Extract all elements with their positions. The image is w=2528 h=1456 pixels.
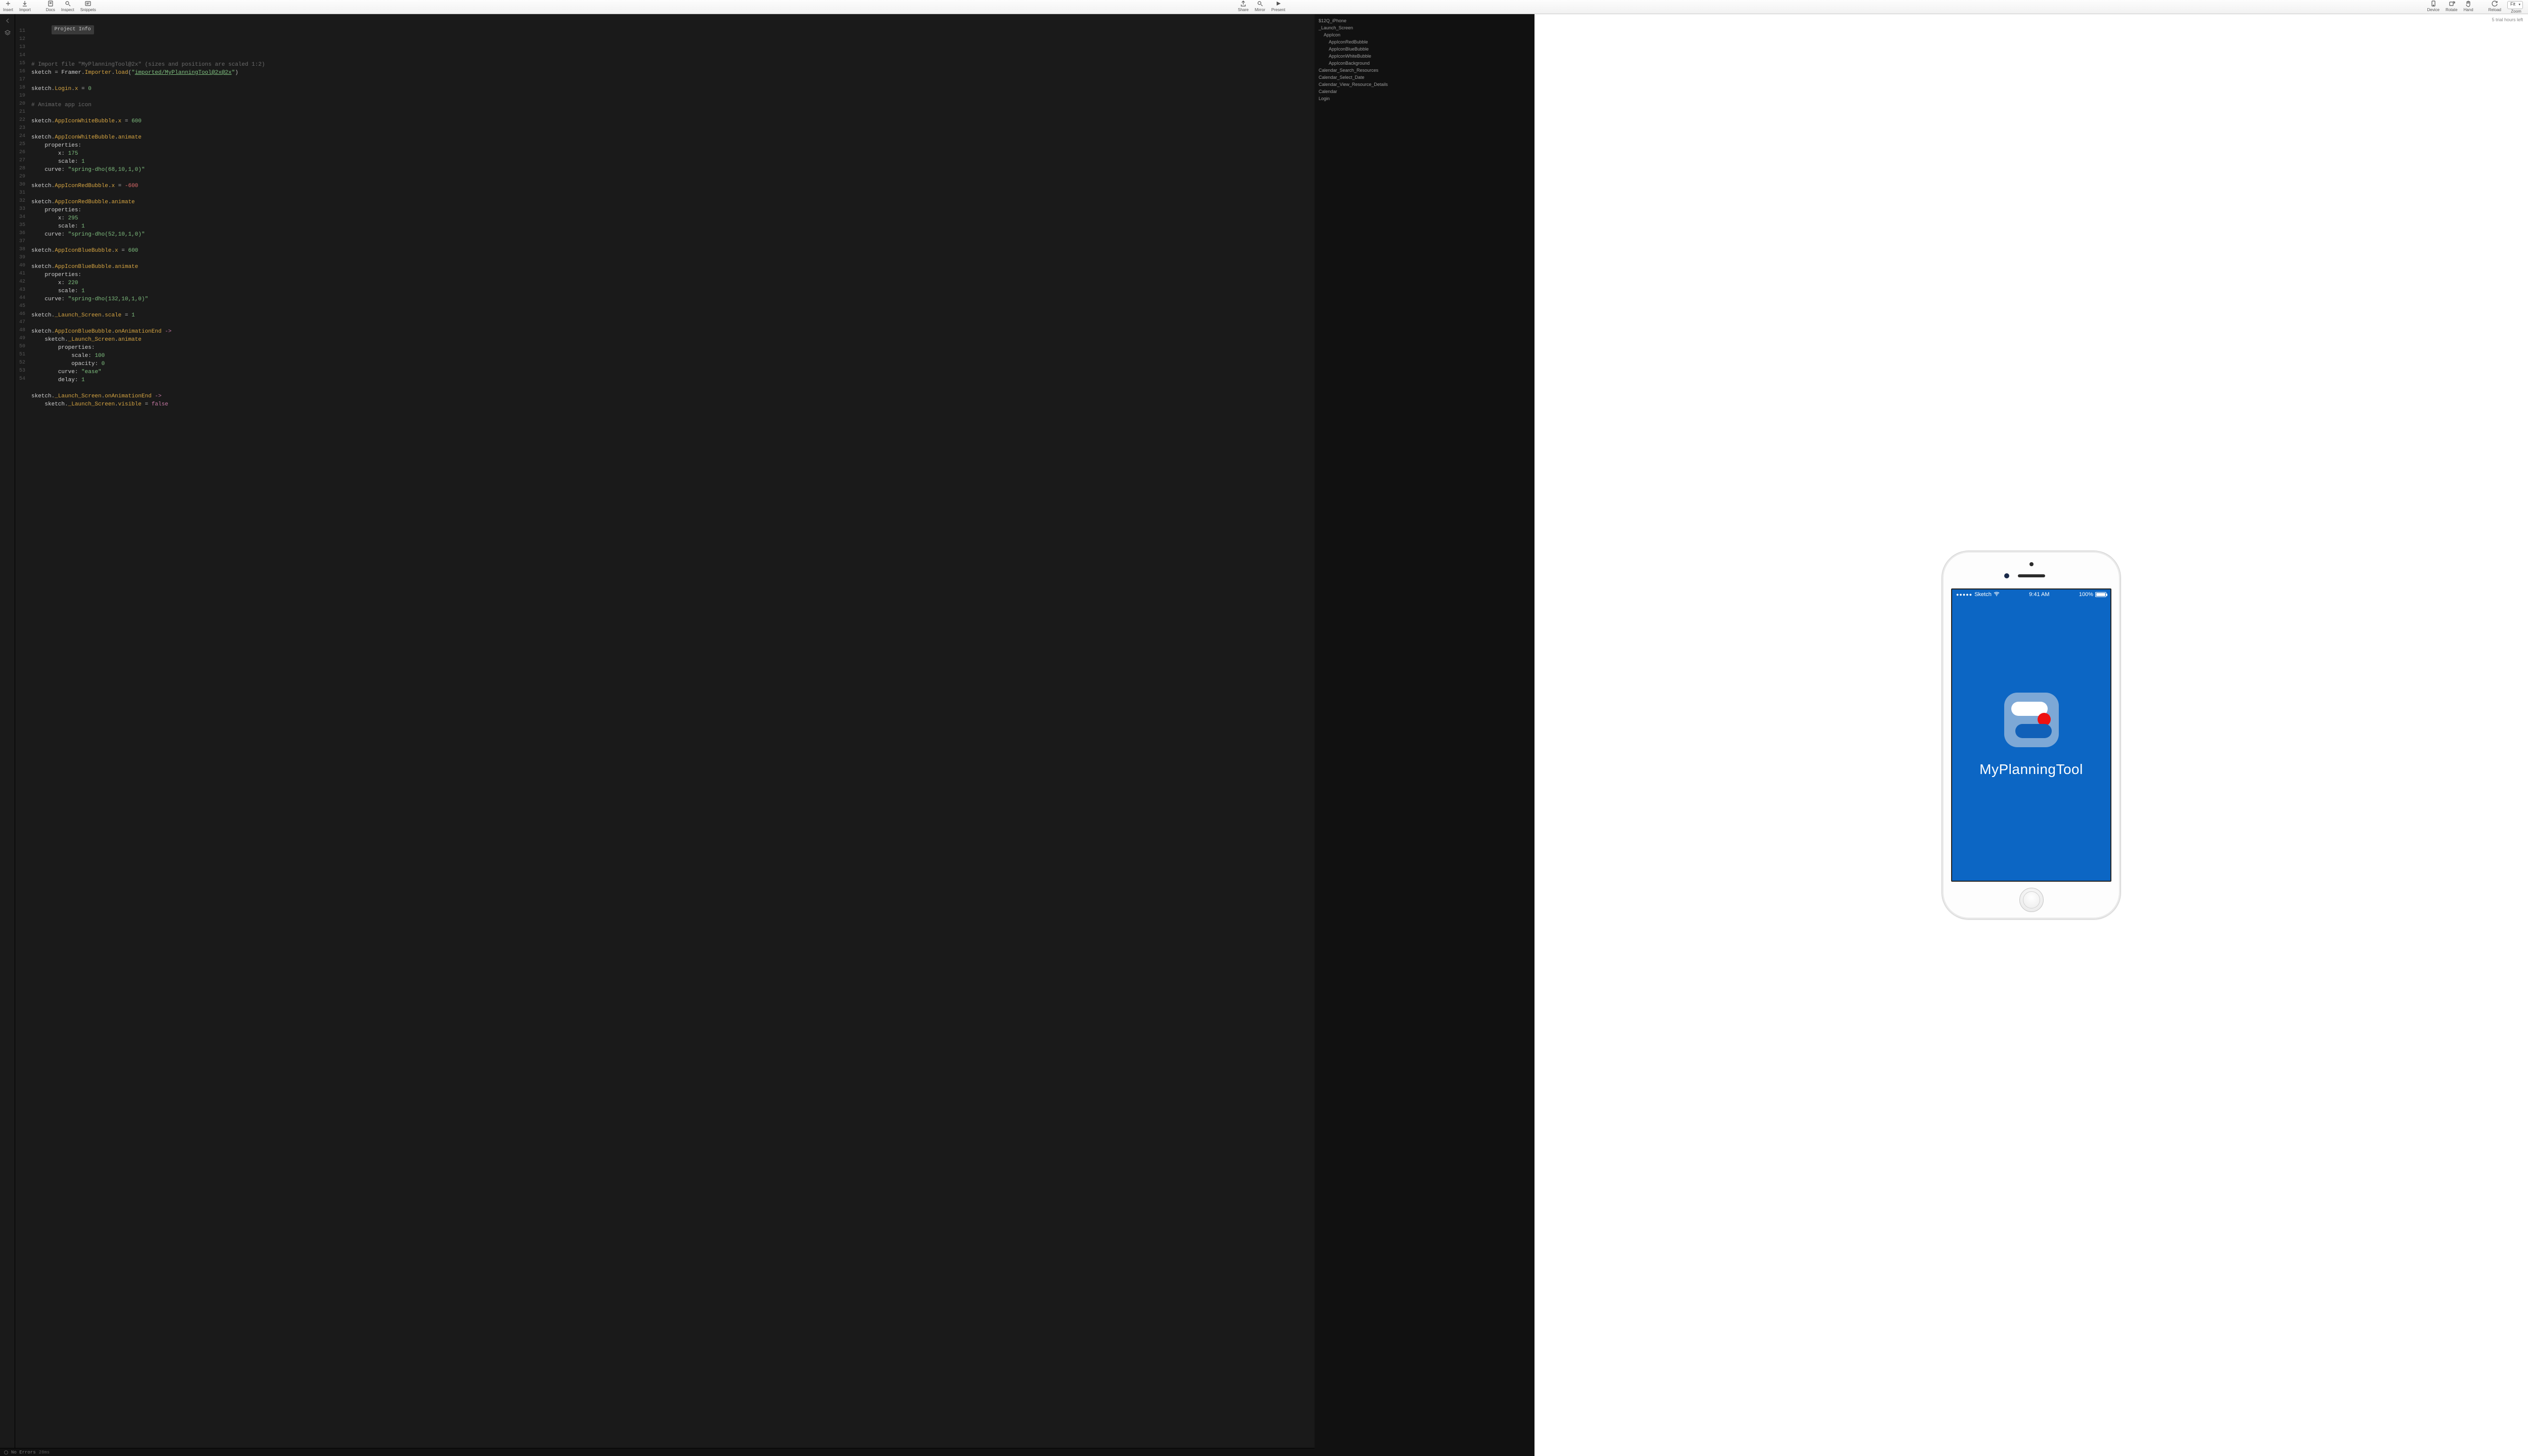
device-screen[interactable]: ●●●●● Sketch 9:41 AM 100% (1951, 588, 2111, 882)
toolbar: Insert Import Docs Inspect Snippets Share Mi… (0, 0, 2528, 14)
app-icon-blue-bubble (2015, 724, 2052, 738)
device-frame: ●●●●● Sketch 9:41 AM 100% (1942, 551, 2121, 920)
present-button[interactable]: Present (1269, 0, 1289, 14)
device-label: Device (2427, 8, 2440, 12)
present-icon (1275, 0, 1282, 7)
layer-item[interactable]: _Launch_Screen (1315, 24, 1534, 31)
mirror-label: Mirror (1255, 8, 1266, 12)
rotate-button[interactable]: Rotate (2443, 0, 2461, 14)
rotate-label: Rotate (2446, 8, 2458, 12)
layer-item[interactable]: Login (1315, 95, 1534, 102)
project-info-chip[interactable]: Project Info (52, 25, 94, 34)
status-dot-icon (4, 1450, 8, 1454)
fold-left-icon[interactable] (4, 17, 11, 24)
hand-icon (2465, 0, 2472, 7)
speaker-icon (2018, 574, 2045, 577)
insert-button[interactable]: Insert (0, 0, 16, 14)
zoom-select[interactable]: Fit ▾ (2507, 1, 2523, 9)
errors-label: No Errors (11, 1448, 36, 1456)
docs-label: Docs (46, 8, 55, 12)
rotate-icon (2448, 0, 2455, 7)
insert-icon (5, 0, 12, 7)
line-numbers: 1112131415161718192021222324252627282930… (15, 14, 28, 1456)
hand-button[interactable]: Hand (2461, 0, 2476, 14)
reload-button[interactable]: Reload (2486, 0, 2504, 14)
app-icon (2004, 693, 2059, 747)
inspect-button[interactable]: Inspect (58, 0, 77, 14)
layer-item[interactable]: AppIconWhiteBubble (1315, 53, 1534, 60)
main: 1112131415161718192021222324252627282930… (0, 14, 2528, 1456)
docs-icon (47, 0, 54, 7)
code-area[interactable]: Project Info # Import file "MyPlanningTo… (28, 14, 1315, 1456)
import-icon (21, 0, 28, 7)
front-camera-icon (2004, 573, 2009, 578)
zoom-value: Fit (2510, 2, 2515, 7)
editor-gutter-tools (0, 14, 15, 1456)
share-button[interactable]: Share (1235, 0, 1251, 14)
device-icon (2430, 0, 2437, 7)
layer-item[interactable]: AppIconRedBubble (1315, 38, 1534, 46)
inspect-label: Inspect (61, 8, 74, 12)
editor-statusbar: No Errors 28ms (0, 1448, 1315, 1456)
layer-panel[interactable]: $12Q_iPhone_Launch_ScreenAppIconAppIconR… (1315, 14, 1534, 1456)
layer-item[interactable]: Calendar (1315, 88, 1534, 95)
layer-item[interactable]: AppIconBackground (1315, 60, 1534, 67)
layer-item[interactable]: AppIcon (1315, 31, 1534, 38)
docs-button[interactable]: Docs (43, 0, 58, 14)
snippets-label: Snippets (80, 8, 96, 12)
insert-label: Insert (3, 8, 13, 12)
import-button[interactable]: Import (16, 0, 34, 14)
device-button[interactable]: Device (2424, 0, 2443, 14)
layer-item[interactable]: $12Q_iPhone (1315, 17, 1534, 24)
share-icon (1240, 0, 1247, 7)
layer-item[interactable]: Calendar_View_Resource_Details (1315, 81, 1534, 88)
reload-icon (2491, 0, 2498, 7)
inspect-icon (64, 0, 71, 7)
import-label: Import (19, 8, 31, 12)
layer-item[interactable]: AppIconBlueBubble (1315, 46, 1534, 53)
share-label: Share (1238, 8, 1248, 12)
snippets-icon (84, 0, 92, 7)
app-title: MyPlanningTool (1979, 761, 2083, 778)
present-label: Present (1272, 8, 1286, 12)
layer-item[interactable]: Calendar_Search_Resources (1315, 67, 1534, 74)
hand-label: Hand (2464, 8, 2473, 12)
mirror-button[interactable]: Mirror (1252, 0, 1269, 14)
mirror-icon (1256, 0, 1263, 7)
snippets-button[interactable]: Snippets (77, 0, 99, 14)
launch-screen: MyPlanningTool (1952, 589, 2110, 881)
layers-icon[interactable] (4, 29, 11, 36)
home-button[interactable] (2019, 888, 2044, 912)
trial-hours-label: 5 trial hours left (2492, 17, 2523, 22)
zoom-label: Zoom (2511, 9, 2521, 14)
zoom-control[interactable]: Fit ▾ Zoom (2504, 1, 2528, 14)
proximity-sensor-icon (2029, 562, 2034, 566)
compile-time: 28ms (39, 1448, 50, 1456)
preview-pane: 5 trial hours left ●●●●● Sketch 9:41 AM (1534, 14, 2528, 1456)
layer-item[interactable]: Calendar_Select_Date (1315, 74, 1534, 81)
code-editor[interactable]: 1112131415161718192021222324252627282930… (0, 14, 1315, 1456)
reload-label: Reload (2489, 8, 2501, 12)
